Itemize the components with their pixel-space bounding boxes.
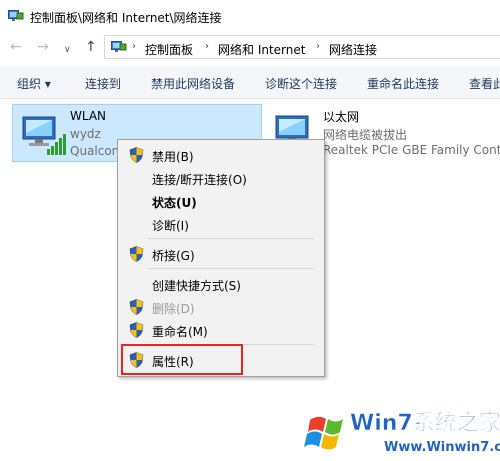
diagnose-connection-button[interactable]: 诊断这个连接: [265, 75, 337, 92]
back-arrow-icon[interactable]: ←: [10, 39, 22, 55]
menu-item-create-shortcut[interactable]: 创建快捷方式(S): [118, 273, 324, 295]
connection-adapter: Qualcom: [70, 144, 124, 158]
breadcrumb-control-panel[interactable]: 控制面板: [145, 41, 193, 58]
context-menu: 禁用(B) 连接/断开连接(O) 状态(U) 诊断(I) 桥接(G) 创建快捷方…: [117, 139, 325, 377]
menu-item-diagnose[interactable]: 诊断(I): [118, 213, 324, 235]
address-bar[interactable]: › 控制面板 › 网络和 Internet › 网络连接: [104, 35, 500, 59]
menu-item-label: 重命名(M): [152, 325, 208, 339]
menu-item-rename[interactable]: 重命名(M): [118, 319, 324, 341]
view-status-button[interactable]: 查看此: [469, 75, 500, 92]
menu-item-disable[interactable]: 禁用(B): [118, 144, 324, 166]
menu-item-bridge[interactable]: 桥接(G): [118, 243, 324, 265]
title-bar: 控制面板\网络和 Internet\网络连接: [0, 0, 500, 33]
breadcrumb-separator[interactable]: ›: [205, 41, 209, 52]
connection-status: 网络电缆被拔出: [323, 128, 408, 142]
highlight-box: [121, 344, 243, 375]
menu-item-label: 连接/断开连接(O): [152, 173, 247, 187]
win7-logo-graphic: Win7系统之家 Www.Winwin7.com: [304, 410, 500, 455]
connection-name: WLAN: [70, 109, 107, 123]
watermark-logo: Win7系统之家 Www.Winwin7.com: [300, 400, 500, 458]
menu-item-label: 桥接(G): [152, 249, 195, 263]
menu-item-delete: 删除(D): [118, 296, 324, 318]
organize-menu-button[interactable]: 组织 ▾: [17, 75, 51, 92]
uac-shield-icon: [129, 322, 144, 338]
menu-separator: [148, 268, 314, 269]
connect-to-button[interactable]: 连接到: [85, 75, 121, 92]
up-arrow-icon[interactable]: ↑: [85, 39, 97, 55]
breadcrumb-separator[interactable]: ›: [316, 41, 320, 52]
breadcrumb-network-connections[interactable]: 网络连接: [329, 41, 377, 58]
network-connections-icon: [111, 41, 127, 52]
window-title: 控制面板\网络和 Internet\网络连接: [30, 11, 222, 25]
menu-item-label: 诊断(I): [152, 219, 189, 233]
network-connections-icon: [8, 10, 24, 21]
breadcrumb-separator[interactable]: ›: [132, 41, 136, 52]
menu-item-label: 删除(D): [152, 302, 195, 316]
address-row: ← → ∨ ↑ › 控制面板 › 网络和 Internet › 网络连接: [0, 34, 500, 62]
rename-connection-button[interactable]: 重命名此连接: [367, 75, 439, 92]
menu-separator: [148, 238, 314, 239]
uac-shield-icon: [129, 246, 144, 262]
menu-item-connect-disconnect[interactable]: 连接/断开连接(O): [118, 167, 324, 189]
connection-network: wydz: [70, 127, 101, 141]
uac-shield-icon: [129, 299, 144, 315]
svg-text:Win7系统之家: Win7系统之家: [350, 410, 500, 436]
menu-item-label: 禁用(B): [152, 150, 194, 164]
menu-item-status[interactable]: 状态(U): [118, 190, 324, 212]
recent-locations-chevron-icon[interactable]: ∨: [64, 42, 71, 58]
menu-item-label: 创建快捷方式(S): [152, 279, 241, 293]
wireless-adapter-icon: [22, 116, 66, 155]
uac-shield-icon: [129, 147, 144, 163]
breadcrumb-network-internet[interactable]: 网络和 Internet: [218, 41, 305, 58]
command-bar: 组织 ▾ 连接到 禁用此网络设备 诊断这个连接 重命名此连接 查看此: [0, 66, 500, 99]
forward-arrow-icon[interactable]: →: [37, 39, 49, 55]
svg-text:Www.Winwin7.com: Www.Winwin7.com: [384, 440, 500, 455]
menu-item-label: 状态(U): [152, 196, 197, 210]
disable-device-button[interactable]: 禁用此网络设备: [151, 75, 235, 92]
connection-name: 以太网: [323, 110, 360, 124]
connection-adapter: Realtek PCIe GBE Family Contr: [323, 143, 500, 157]
